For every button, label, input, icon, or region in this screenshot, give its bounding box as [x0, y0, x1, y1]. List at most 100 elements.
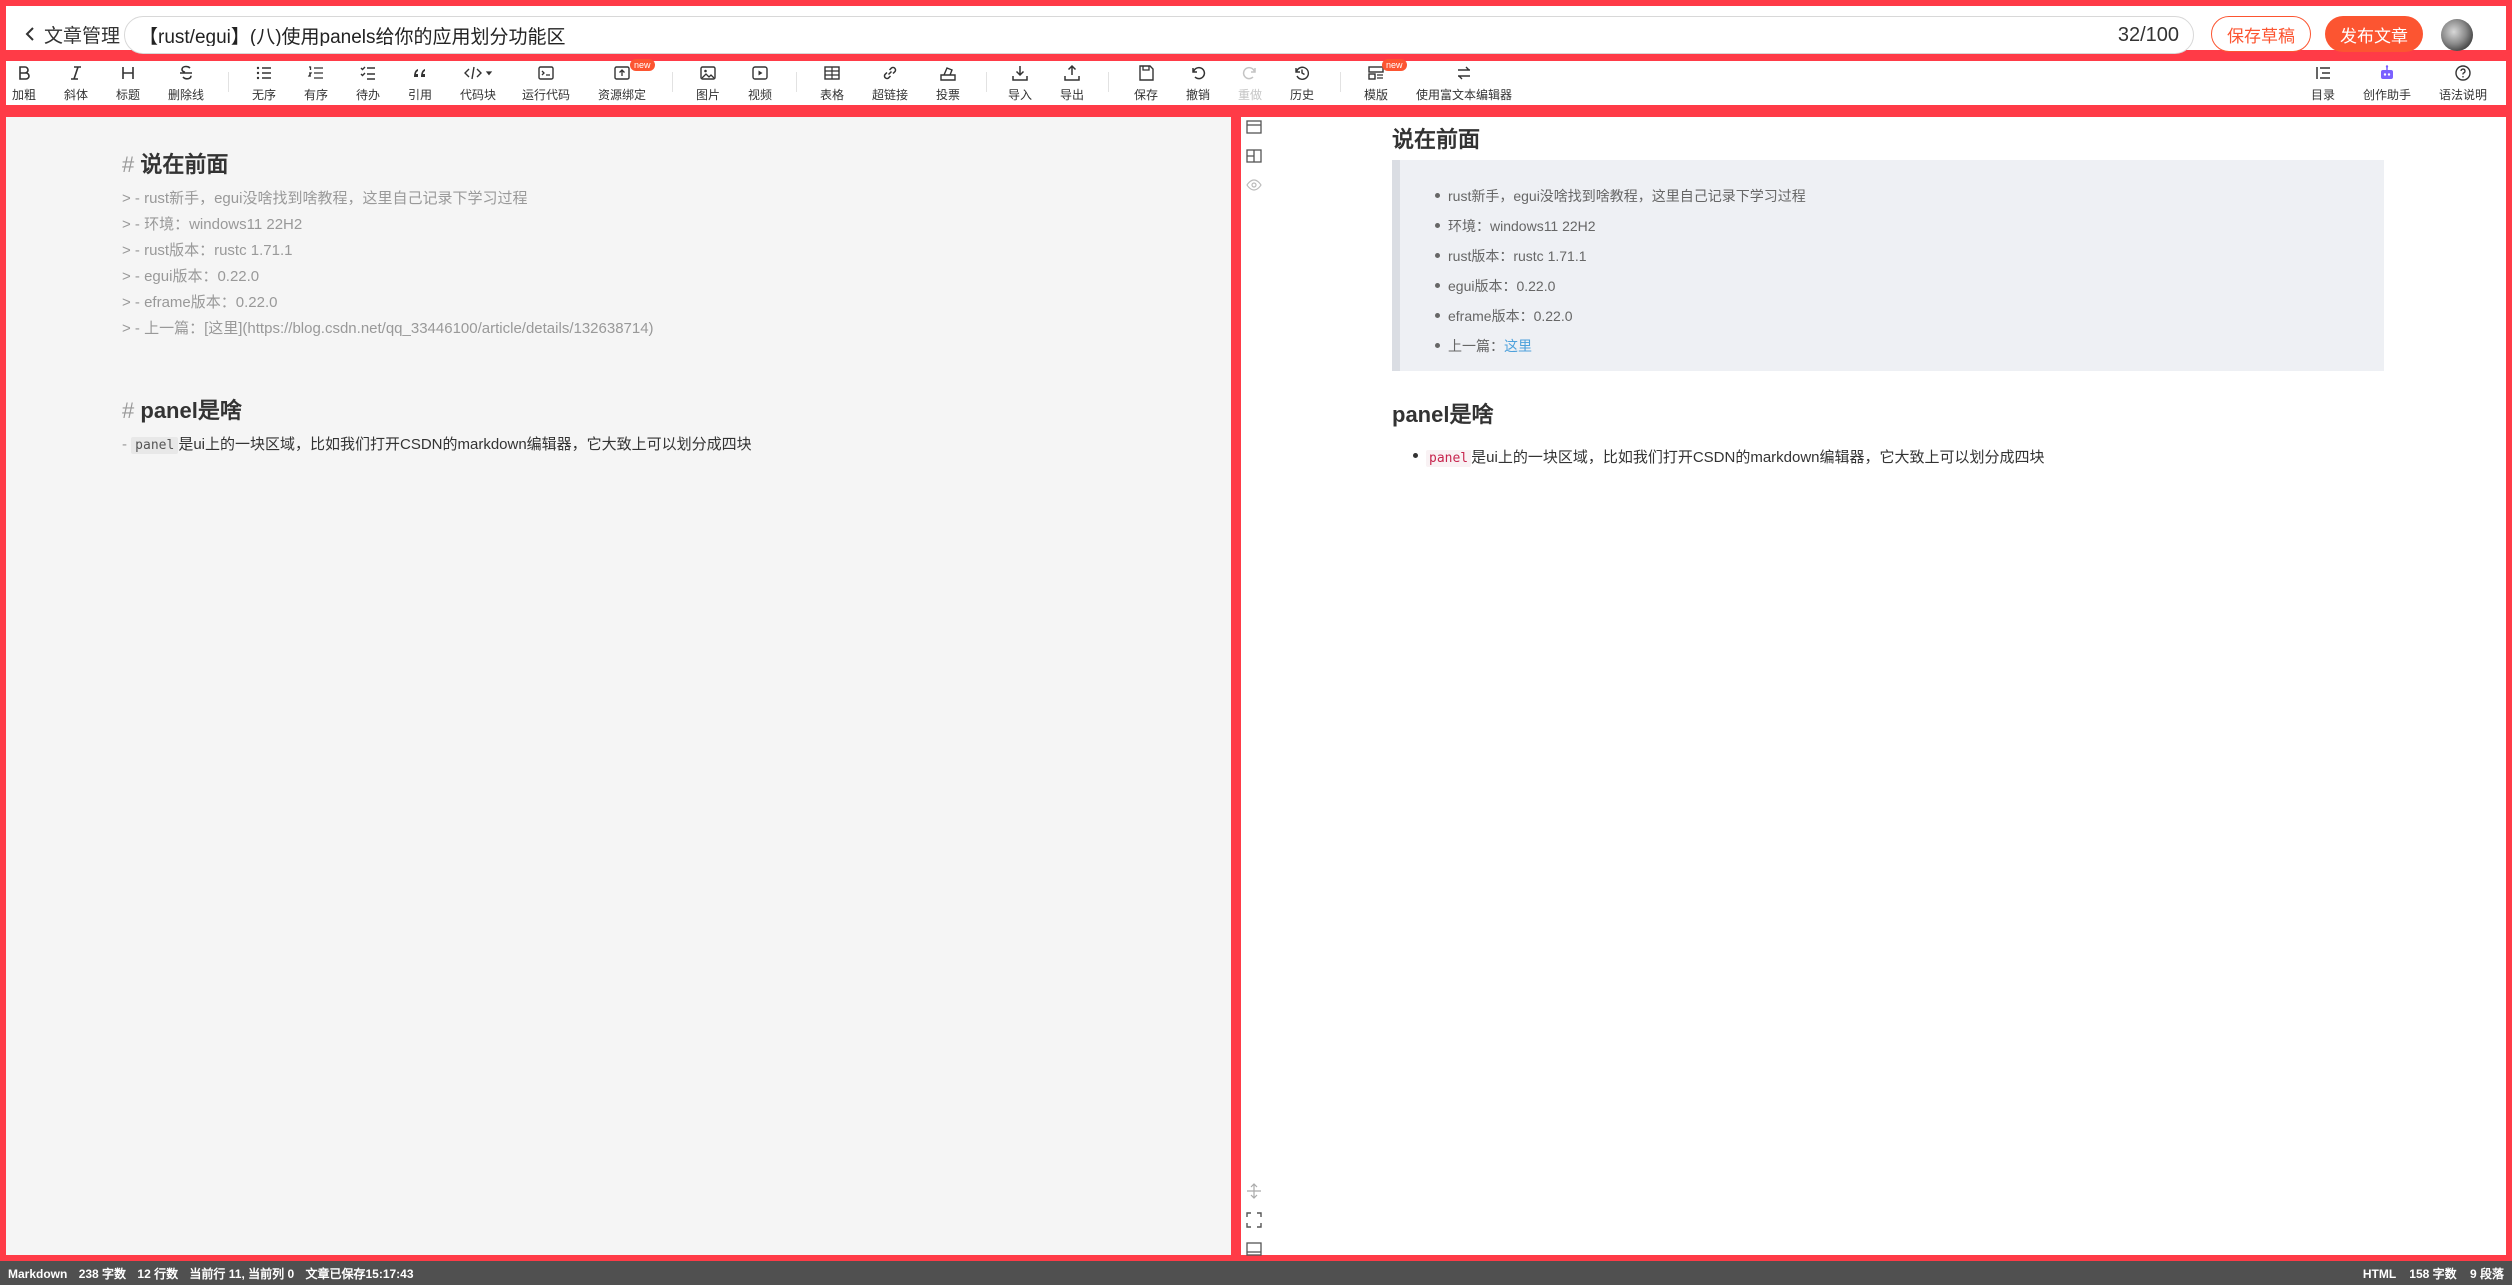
top-bar: 文章管理 32/100 保存草稿 发布文章 — [0, 0, 2512, 56]
editor-line[interactable]: > - egui版本：0.22.0 — [122, 265, 259, 286]
preview-list-item: 环境：windows11 22H2 — [1435, 218, 1596, 234]
sync-scroll-icon[interactable] — [1245, 1182, 1263, 1200]
toolbar-divider — [672, 72, 673, 92]
unordered-list-button[interactable]: 无序 — [234, 62, 294, 103]
run-code-button[interactable]: 运行代码 — [516, 62, 576, 103]
editor-line[interactable]: > - rust新手，egui没啥找到啥教程，这里自己记录下学习过程 — [122, 187, 527, 208]
history-label: 历史 — [1289, 88, 1314, 102]
redo-icon — [1242, 66, 1256, 80]
todo-list-button[interactable]: 待办 — [338, 62, 398, 103]
editor-line[interactable]: > - 上一篇：[这里](https://blog.csdn.net/qq_33… — [122, 317, 654, 338]
toolbar-divider — [228, 72, 229, 92]
toolbar-divider — [796, 72, 797, 92]
inline-code: panel — [131, 437, 179, 454]
split-view-icon[interactable] — [1245, 147, 1263, 165]
table-button[interactable]: 表格 — [802, 62, 862, 103]
editor-line[interactable]: > - rust版本：rustc 1.71.1 — [122, 239, 292, 260]
status-save-time: 文章已保存15:17:43 — [305, 1266, 414, 1281]
preview-list-item: rust版本：rustc 1.71.1 — [1435, 248, 1587, 264]
ordered-list-button[interactable]: 有序 — [286, 62, 346, 103]
resource-binding-button[interactable]: 资源绑定 new — [592, 59, 655, 103]
editor-heading-2[interactable]: # panel是啥 — [122, 393, 242, 425]
undo-icon — [1192, 66, 1206, 80]
undo-button[interactable]: 撤销 — [1168, 62, 1228, 103]
preview-list-item: panel 是ui上的一块区域，比如我们打开CSDN的markdown编辑器，它大… — [1413, 446, 2045, 467]
status-html-mode: HTML — [2362, 1266, 2396, 1281]
italic-button[interactable]: 斜体 — [46, 62, 106, 103]
editor-heading-1[interactable]: # 说在前面 — [122, 147, 228, 179]
writing-assistant-label: 创作助手 — [2362, 88, 2411, 102]
table-icon — [824, 66, 840, 80]
preview-list-item: egui版本：0.22.0 — [1434, 278, 1556, 294]
caret-down-icon — [485, 71, 492, 76]
rich-text-editor-button[interactable]: 使用富文本编辑器 — [1416, 62, 1512, 103]
publish-article-button[interactable]: 发布文章 — [2325, 16, 2423, 52]
template-label: 模版 — [1363, 88, 1388, 102]
robot-icon — [2381, 65, 2393, 79]
back-to-article-management[interactable]: 文章管理 — [22, 20, 120, 48]
redo-button[interactable]: 重做 — [1220, 62, 1280, 103]
toolbar-divider — [986, 72, 987, 92]
vote-button[interactable]: 投票 — [918, 62, 978, 103]
vote-label: 投票 — [935, 88, 960, 102]
strikethrough-button[interactable]: 删除线 — [156, 62, 216, 103]
preview-list-item: eframe版本：0.22.0 — [1435, 308, 1573, 324]
avatar[interactable] — [2441, 19, 2473, 51]
download-icon — [1012, 66, 1028, 81]
rich-text-editor-label: 使用富文本编辑器 — [1416, 88, 1513, 102]
editor-line[interactable]: - panel 是ui上的一块区域，比如我们打开CSDN的markdown编辑器，… — [122, 433, 752, 454]
strikethrough-label: 删除线 — [167, 88, 204, 102]
bold-label: 加粗 — [11, 88, 36, 102]
layout-bottom-icon[interactable] — [1245, 1240, 1263, 1258]
inline-code: panel — [1426, 450, 1472, 467]
toc-label: 目录 — [2310, 88, 2335, 102]
syntax-help-button[interactable]: 语法说明 — [2433, 62, 2493, 103]
hyperlink-label: 超链接 — [871, 88, 908, 102]
image-icon — [700, 66, 716, 80]
image-button[interactable]: 图片 — [678, 62, 738, 103]
resource-binding-label: 资源绑定 — [597, 88, 646, 102]
preview-eye-icon[interactable] — [1245, 176, 1263, 194]
import-button[interactable]: 导入 — [990, 62, 1050, 103]
heading-icon — [122, 67, 134, 79]
writing-assistant-button[interactable]: 创作助手 — [2357, 62, 2417, 103]
toolbar-divider — [1340, 72, 1341, 92]
terminal-icon — [538, 66, 554, 80]
chevron-left-icon — [25, 27, 34, 41]
editor-line[interactable]: > - eframe版本：0.22.0 — [122, 291, 277, 312]
switch-arrows-icon — [1458, 66, 1470, 80]
save-draft-button[interactable]: 保存草稿 — [2211, 16, 2311, 52]
editor-line[interactable]: > - 环境：windows11 22H2 — [122, 213, 302, 234]
article-title-input[interactable] — [139, 24, 2118, 46]
video-button[interactable]: 视频 — [730, 62, 790, 103]
code-block-button[interactable]: 代码块 — [448, 62, 508, 103]
status-paragraph-count: 9 段落 — [2469, 1266, 2504, 1281]
history-icon — [1295, 66, 1310, 80]
quote-button[interactable]: 引用 — [390, 62, 450, 103]
status-line-count: 12 行数 — [137, 1266, 179, 1281]
status-bar: Markdown 238 字数 12 行数 当前行 11, 当前列 0 文章已保… — [0, 1261, 2512, 1285]
fullscreen-icon[interactable] — [1245, 1211, 1263, 1229]
preview-heading-2: panel是啥 — [1392, 402, 1494, 427]
history-button[interactable]: 历史 — [1272, 62, 1332, 103]
ballot-box-icon — [940, 67, 956, 81]
undo-label: 撤销 — [1185, 88, 1210, 102]
save-button[interactable]: 保存 — [1116, 62, 1176, 103]
image-label: 图片 — [695, 88, 720, 102]
template-button[interactable]: 模版 new — [1346, 59, 1407, 103]
heading-button[interactable]: 标题 — [98, 62, 158, 103]
question-circle-icon — [2455, 65, 2471, 81]
layout-top-icon[interactable] — [1245, 118, 1263, 136]
previous-article-link[interactable]: 这里 — [1504, 338, 1532, 354]
table-label: 表格 — [819, 88, 844, 102]
hyperlink-button[interactable]: 超链接 — [860, 62, 920, 103]
status-html-char-count: 158 字数 — [2409, 1266, 2457, 1281]
run-code-label: 运行代码 — [521, 88, 570, 102]
table-of-contents-button[interactable]: 目录 — [2293, 62, 2353, 103]
export-button[interactable]: 导出 — [1042, 62, 1102, 103]
unordered-list-label: 无序 — [251, 88, 276, 102]
unordered-list-icon — [256, 66, 271, 80]
toolbar-divider — [1108, 72, 1109, 92]
video-label: 视频 — [747, 88, 772, 102]
syntax-help-label: 语法说明 — [2438, 88, 2487, 102]
